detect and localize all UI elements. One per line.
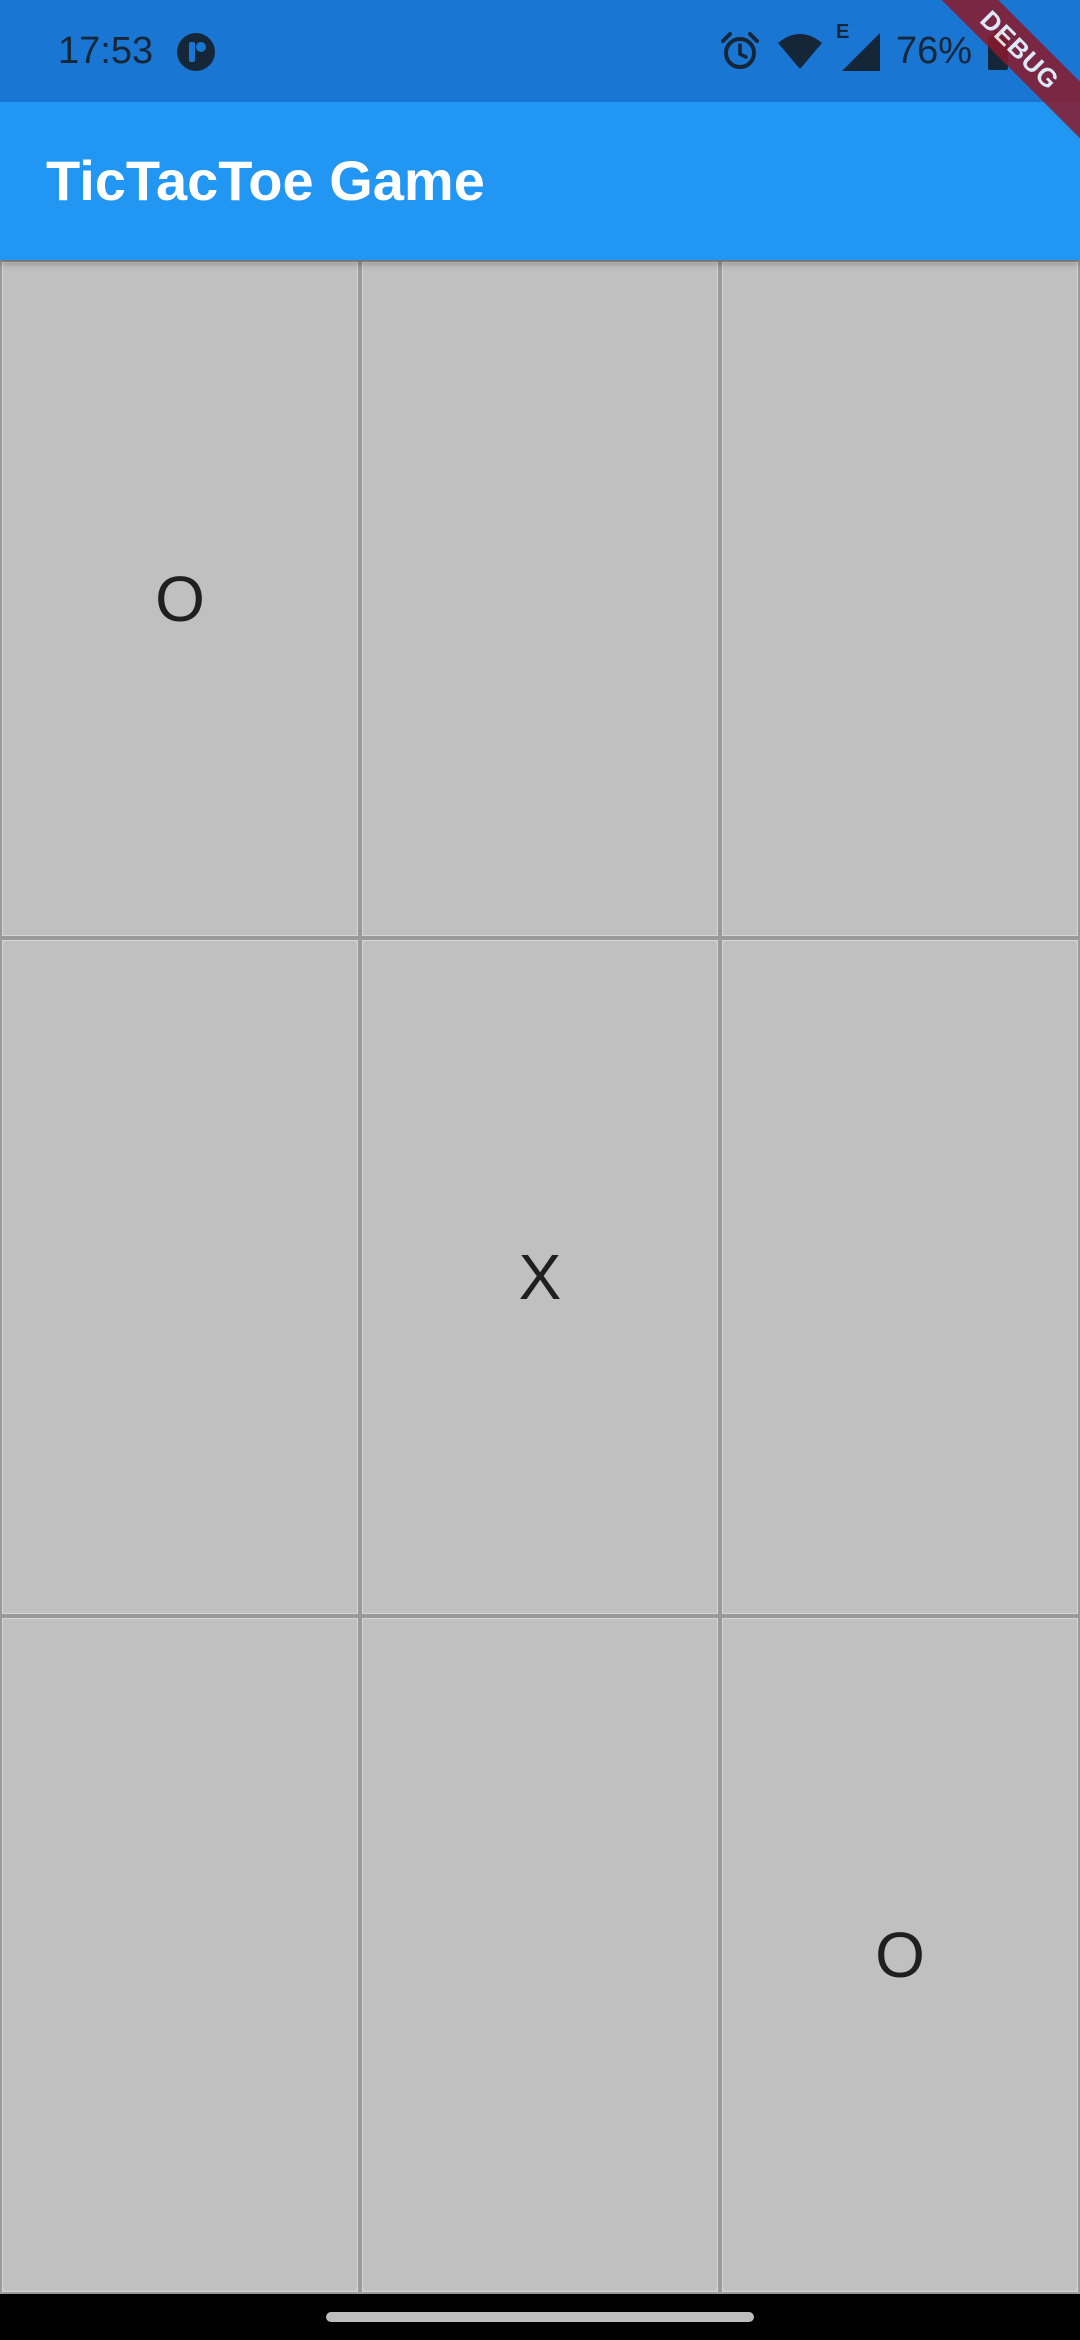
board-cell-7[interactable] [0,1616,360,2294]
cell-mark: O [875,1919,925,1991]
board-cell-2[interactable] [360,260,720,938]
cell-mark: X [518,1241,562,1313]
screen: 17:53 E 76% TicTacToe Game DEBUG O X O [0,0,1080,2340]
cell-mark: O [155,563,205,635]
home-indicator[interactable] [326,2312,754,2322]
battery-percent: 76% [895,30,972,72]
app-notification-icon [176,32,216,72]
board-cell-3[interactable] [720,260,1080,938]
status-time: 17:53 [58,30,154,72]
alarm-icon [718,29,762,73]
board-cell-8[interactable] [360,1616,720,2294]
status-icons: E 76% [718,21,1010,76]
status-bar: 17:53 E 76% [0,0,1080,102]
navigation-bar [0,2294,1080,2340]
board-cell-5[interactable]: X [360,938,720,1616]
board-cell-6[interactable] [720,938,1080,1616]
network-type-label: E [835,21,850,43]
game-board: O X O [0,260,1080,2294]
page-title: TicTacToe Game [46,149,485,212]
app-bar: TicTacToe Game [0,102,1080,260]
board-cell-9[interactable]: O [720,1616,1080,2294]
wifi-icon [776,31,824,71]
cell-signal-icon: E [836,21,882,73]
board-cell-1[interactable]: O [0,260,360,938]
board-cell-4[interactable] [0,938,360,1616]
